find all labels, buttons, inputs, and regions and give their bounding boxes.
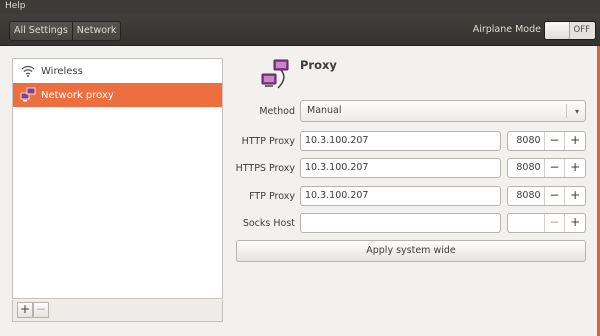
socks-host-label: Socks Host	[242, 218, 295, 229]
toggle-state: OFF	[573, 25, 590, 35]
ftp-proxy-label: FTP Proxy	[249, 191, 295, 202]
network-proxy-icon	[19, 86, 37, 104]
toggle-knob[interactable]	[545, 22, 570, 39]
menu-bar: Help	[0, 0, 600, 14]
ftp-proxy-port[interactable]: 8080	[508, 187, 544, 205]
breadcrumb: All Settings Network	[9, 21, 122, 41]
toolbar: All Settings Network Airplane Mode OFF	[0, 14, 600, 46]
ftp-proxy-port-stepper[interactable]: 8080 − +	[507, 186, 586, 206]
socks-port[interactable]	[508, 214, 544, 232]
port-decrement-button[interactable]: −	[543, 187, 565, 205]
port-increment-button[interactable]: +	[564, 159, 585, 177]
remove-device-button[interactable]: −	[33, 302, 49, 318]
breadcrumb-all-settings[interactable]: All Settings	[10, 22, 72, 40]
method-value: Manual	[307, 105, 342, 116]
ftp-proxy-host-input[interactable]: 10.3.100.207	[300, 186, 501, 206]
port-decrement-button[interactable]: −	[543, 159, 565, 177]
menu-help[interactable]: Help	[5, 1, 26, 11]
http-proxy-port[interactable]: 8080	[508, 132, 544, 150]
https-proxy-host-input[interactable]: 10.3.100.207	[300, 158, 501, 178]
wifi-icon	[19, 62, 37, 80]
http-proxy-label: HTTP Proxy	[241, 136, 295, 147]
sidebar-item-wireless[interactable]: Wireless	[13, 59, 222, 83]
method-select[interactable]: Manual ▾	[300, 100, 586, 122]
breadcrumb-network[interactable]: Network	[71, 22, 121, 40]
sidebar-item-network-proxy[interactable]: Network proxy	[13, 83, 222, 107]
http-proxy-host-input[interactable]: 10.3.100.207	[300, 131, 501, 151]
port-decrement-button[interactable]: −	[543, 132, 565, 150]
port-increment-button[interactable]: +	[564, 132, 585, 150]
https-proxy-label: HTTPS Proxy	[235, 163, 295, 174]
device-list: Wireless Network proxy	[12, 58, 223, 299]
sidebar-item-label: Network proxy	[41, 89, 114, 101]
device-list-actions: + −	[12, 300, 223, 322]
sidebar-item-label: Wireless	[41, 65, 83, 77]
add-device-button[interactable]: +	[17, 302, 33, 318]
port-decrement-button[interactable]: −	[543, 214, 565, 232]
port-increment-button[interactable]: +	[564, 187, 585, 205]
socks-port-stepper[interactable]: − +	[507, 213, 586, 233]
network-proxy-icon	[260, 58, 294, 92]
airplane-mode-toggle[interactable]: OFF	[544, 21, 596, 40]
combo-separator	[566, 104, 567, 118]
port-increment-button[interactable]: +	[564, 214, 585, 232]
airplane-mode-label: Airplane Mode	[472, 24, 541, 35]
https-proxy-port[interactable]: 8080	[508, 159, 544, 177]
apply-system-wide-button[interactable]: Apply system wide	[236, 240, 586, 262]
https-proxy-port-stepper[interactable]: 8080 − +	[507, 158, 586, 178]
http-proxy-port-stepper[interactable]: 8080 − +	[507, 131, 586, 151]
method-label: Method	[259, 106, 295, 117]
chevron-down-icon: ▾	[574, 107, 579, 116]
socks-host-input[interactable]	[300, 213, 501, 233]
page-title: Proxy	[300, 58, 337, 72]
